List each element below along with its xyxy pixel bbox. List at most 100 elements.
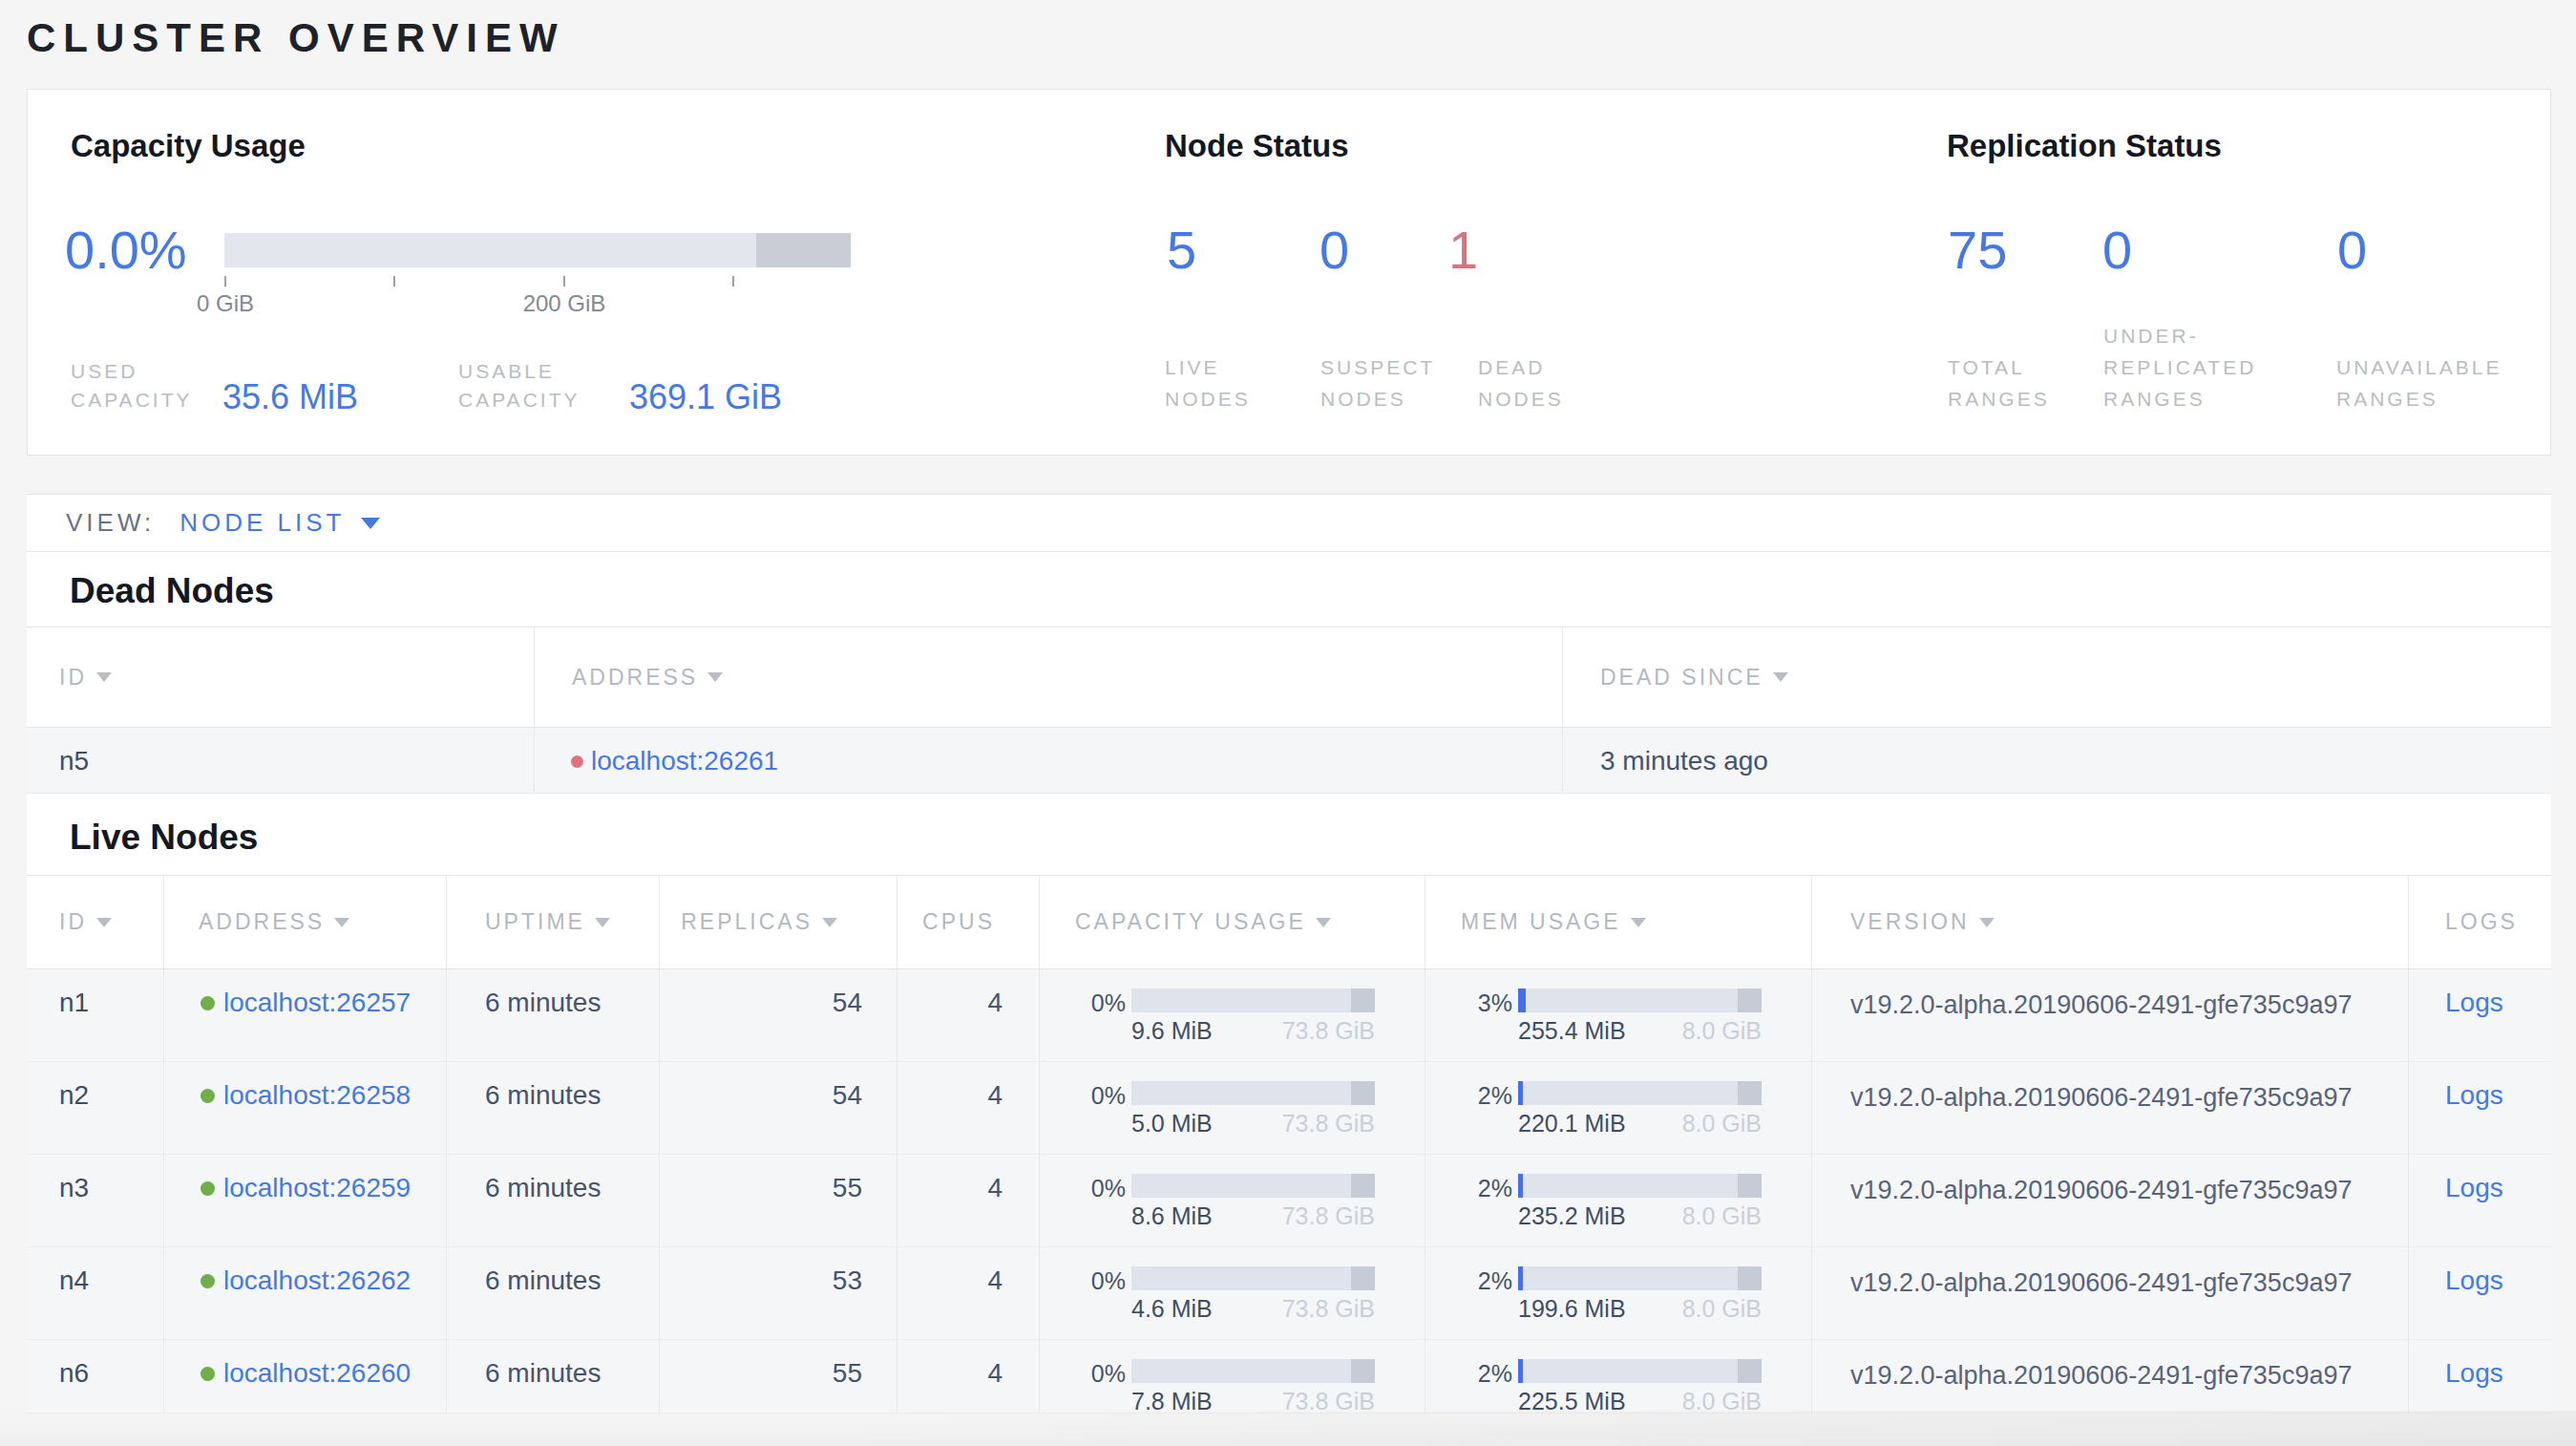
node-cpus: 4	[897, 1062, 1039, 1154]
node-address-link[interactable]: localhost:26259	[223, 1170, 411, 1246]
sort-desc-icon	[1316, 918, 1331, 927]
usable-capacity-label: USABLE CAPACITY	[458, 357, 629, 415]
capacity-usage-bar: 5.0 MiB 73.8 GiB	[1131, 1081, 1375, 1154]
mem-used-value: 199.6 MiB	[1518, 1297, 1626, 1321]
mem-percent-label: 2%	[1425, 1359, 1518, 1413]
capacity-usage-cell: 0% 8.6 MiB 73.8 GiB	[1039, 1155, 1425, 1246]
node-replicas: 53	[659, 1247, 897, 1339]
column-header-dead-since[interactable]: DEAD SINCE	[1562, 627, 2551, 727]
capacity-usage-cell: 0% 4.6 MiB 73.8 GiB	[1039, 1247, 1425, 1339]
unavailable-label: UNAVAILABLE RANGES	[2336, 351, 2502, 415]
logs-cell: Logs	[2408, 1340, 2551, 1413]
node-replicas: 54	[659, 969, 897, 1061]
mem-total-value: 8.0 GiB	[1682, 1204, 1762, 1228]
view-selector-bar: VIEW: NODE LIST	[27, 494, 2551, 552]
bar-fill	[1518, 1266, 1523, 1290]
logs-link[interactable]: Logs	[2445, 1080, 2503, 1110]
mem-used-value: 255.4 MiB	[1518, 1019, 1626, 1043]
node-address-cell: localhost:26261	[534, 728, 1562, 793]
live-nodes-label: LIVE NODES	[1165, 351, 1251, 415]
capacity-percent-label: 0%	[1040, 1359, 1131, 1413]
sort-desc-icon	[96, 672, 112, 682]
dead-nodes-header-row: ID ADDRESS DEAD SINCE	[27, 627, 2551, 728]
logs-link[interactable]: Logs	[2445, 1358, 2503, 1388]
column-header-id[interactable]: ID	[27, 876, 163, 968]
node-address-link[interactable]: localhost:26262	[223, 1263, 411, 1339]
node-replicas: 55	[659, 1340, 897, 1413]
logs-cell: Logs	[2408, 1155, 2551, 1246]
column-header-address[interactable]: ADDRESS	[534, 627, 1562, 727]
logs-link[interactable]: Logs	[2445, 1265, 2503, 1295]
capacity-usage-cell: 0% 9.6 MiB 73.8 GiB	[1039, 969, 1425, 1061]
node-cpus: 4	[897, 969, 1039, 1061]
mem-usage-cell: 2% 199.6 MiB 8.0 GiB	[1425, 1247, 1811, 1339]
node-cpus: 4	[897, 1340, 1039, 1413]
bar-track	[1518, 1081, 1762, 1105]
mem-usage-cell: 2% 235.2 MiB 8.0 GiB	[1425, 1155, 1811, 1246]
bar-reserved-segment	[1351, 1359, 1375, 1383]
node-id: n6	[27, 1340, 163, 1413]
logs-cell: Logs	[2408, 969, 2551, 1061]
under-replicated-label: UNDER- REPLICATED RANGES	[2103, 320, 2256, 415]
mem-usage-cell: 2% 225.5 MiB 8.0 GiB	[1425, 1340, 1811, 1413]
node-cpus: 4	[897, 1247, 1039, 1339]
chevron-down-icon[interactable]	[361, 518, 380, 529]
sort-desc-icon	[707, 672, 723, 682]
bottom-shadow	[0, 1411, 2576, 1446]
node-uptime: 6 minutes	[446, 969, 659, 1061]
capacity-total-value: 73.8 GiB	[1282, 1390, 1375, 1413]
mem-total-value: 8.0 GiB	[1682, 1297, 1762, 1321]
node-address-cell: localhost:26258	[163, 1062, 446, 1154]
node-uptime: 6 minutes	[446, 1062, 659, 1154]
capacity-used-value: 5.0 MiB	[1131, 1112, 1213, 1136]
axis-tick	[732, 276, 734, 287]
mem-usage-bar: 199.6 MiB 8.0 GiB	[1518, 1266, 1762, 1339]
dead-nodes-count: 1	[1448, 223, 1478, 277]
used-capacity-label: USED CAPACITY	[71, 357, 222, 415]
axis-tick	[563, 276, 565, 287]
capacity-total-value: 73.8 GiB	[1282, 1112, 1375, 1136]
bar-reserved-segment	[1738, 1081, 1762, 1105]
column-header-cpus[interactable]: CPUS	[897, 876, 1039, 968]
mem-usage-bar: 220.1 MiB 8.0 GiB	[1518, 1081, 1762, 1154]
node-address-link[interactable]: localhost:26261	[591, 743, 778, 793]
node-id: n3	[27, 1155, 163, 1246]
mem-used-value: 235.2 MiB	[1518, 1204, 1626, 1228]
bar-track	[1518, 1359, 1762, 1383]
mem-percent-label: 3%	[1425, 989, 1518, 1061]
capacity-percent: 0.0%	[65, 223, 187, 277]
node-address-link[interactable]: localhost:26257	[223, 985, 411, 1061]
mem-used-value: 225.5 MiB	[1518, 1390, 1626, 1413]
column-header-address[interactable]: ADDRESS	[163, 876, 446, 968]
capacity-percent-label: 0%	[1040, 1081, 1131, 1154]
mem-total-value: 8.0 GiB	[1682, 1390, 1762, 1413]
column-header-version[interactable]: VERSION	[1811, 876, 2408, 968]
bar-track	[1131, 1081, 1375, 1105]
column-header-mem-usage[interactable]: MEM USAGE	[1425, 876, 1811, 968]
node-list-panel: Dead Nodes ID ADDRESS DEAD SINCE n5 loca…	[27, 552, 2551, 1414]
live-node-row: n3 localhost:26259 6 minutes 55 4 0% 8.6…	[27, 1155, 2551, 1247]
column-header-id[interactable]: ID	[27, 627, 534, 727]
replication-status-title: Replication Status	[1947, 128, 2222, 164]
node-address-link[interactable]: localhost:26258	[223, 1077, 411, 1154]
view-label: VIEW:	[66, 508, 155, 538]
column-header-logs[interactable]: LOGS	[2408, 876, 2551, 968]
bar-reserved-segment	[1738, 1174, 1762, 1198]
view-dropdown[interactable]: NODE LIST	[179, 508, 345, 538]
capacity-total-value: 73.8 GiB	[1282, 1204, 1375, 1228]
column-header-uptime[interactable]: UPTIME	[446, 876, 659, 968]
sort-desc-icon	[822, 918, 837, 927]
column-header-replicas[interactable]: REPLICAS	[659, 876, 897, 968]
bar-reserved-segment	[1738, 1266, 1762, 1290]
sort-desc-icon	[96, 918, 112, 927]
logs-link[interactable]: Logs	[2445, 1173, 2503, 1202]
node-address-link[interactable]: localhost:26260	[223, 1355, 411, 1413]
capacity-usage-bar: 4.6 MiB 73.8 GiB	[1131, 1266, 1375, 1339]
column-header-capacity-usage[interactable]: CAPACITY USAGE	[1039, 876, 1425, 968]
node-uptime: 6 minutes	[446, 1155, 659, 1246]
logs-link[interactable]: Logs	[2445, 988, 2503, 1017]
node-address-cell: localhost:26262	[163, 1247, 446, 1339]
mem-percent-label: 2%	[1425, 1266, 1518, 1339]
bar-track	[1131, 989, 1375, 1012]
logs-cell: Logs	[2408, 1062, 2551, 1154]
